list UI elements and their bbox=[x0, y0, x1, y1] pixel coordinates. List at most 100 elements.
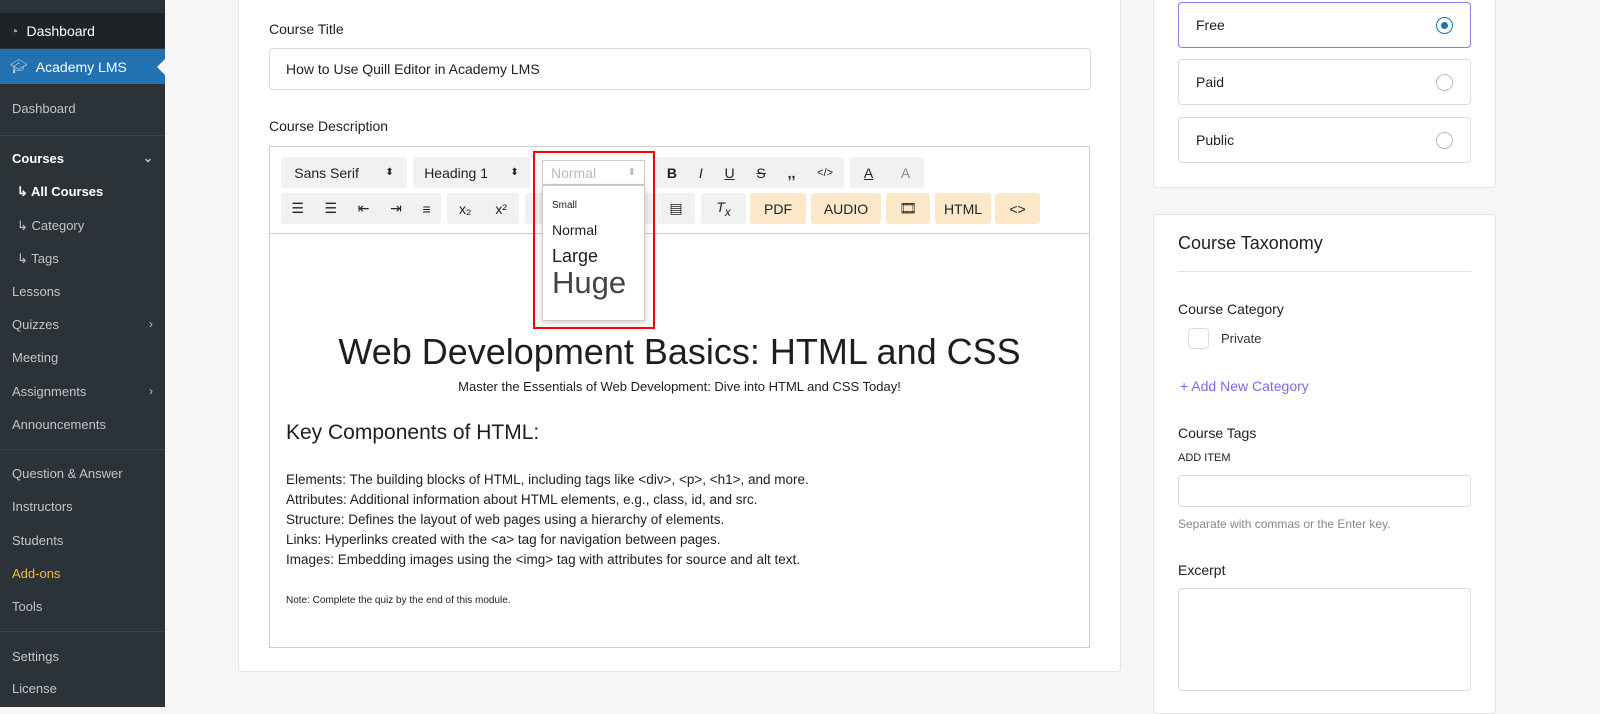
select-arrows-icon: ⬍ bbox=[385, 167, 394, 178]
sidebar-item-qa[interactable]: Question & Answer bbox=[12, 466, 123, 481]
ordered-list-icon[interactable]: ☰ bbox=[291, 200, 304, 217]
film-button[interactable]: 🎞︎ bbox=[886, 193, 930, 224]
sidebar-item-addons[interactable]: Add-ons bbox=[12, 566, 60, 581]
sidebar-item-quizzes[interactable]: Quizzes › bbox=[12, 317, 153, 332]
chevron-right-icon: › bbox=[149, 317, 153, 331]
color-group: AA bbox=[850, 157, 924, 188]
sidebar-item-category[interactable]: ↳ Category bbox=[17, 218, 84, 234]
admin-sidebar: ◔ Dashboard 🎓︎ Academy LMS Dashboard Cours… bbox=[0, 0, 165, 707]
sidebar-academy-lms[interactable]: 🎓︎ Academy LMS bbox=[0, 49, 165, 84]
size-option-small[interactable]: Small bbox=[552, 200, 644, 211]
film-icon: 🎞︎ bbox=[899, 200, 917, 216]
heading-select[interactable]: Heading 1 ⬍ bbox=[413, 157, 530, 188]
access-option-free[interactable]: Free bbox=[1178, 2, 1471, 48]
align-icon[interactable]: ≡ bbox=[422, 201, 430, 217]
table-button[interactable]: ▤ bbox=[657, 193, 695, 224]
sidebar-item-dashboard[interactable]: Dashboard bbox=[12, 101, 76, 116]
toolbar-divider bbox=[270, 233, 1089, 234]
course-category-label: Course Category bbox=[1178, 301, 1284, 317]
background-color-button[interactable]: A bbox=[895, 165, 916, 181]
taxonomy-title: Course Taxonomy bbox=[1178, 233, 1323, 253]
sidebar-item-settings[interactable]: Settings bbox=[12, 649, 59, 664]
excerpt-textarea[interactable] bbox=[1178, 588, 1471, 691]
sidebar-item-license[interactable]: License bbox=[12, 681, 57, 696]
subscript-button[interactable]: x₂ bbox=[459, 201, 471, 217]
course-title-label: Course Title bbox=[269, 21, 344, 37]
editor-line: Images: Embedding images using the <img>… bbox=[286, 552, 801, 567]
superscript-button[interactable]: x² bbox=[495, 201, 507, 217]
current-indicator bbox=[157, 59, 165, 75]
table-icon: ▤ bbox=[669, 200, 683, 216]
access-option-public[interactable]: Public bbox=[1178, 117, 1471, 163]
add-category-link[interactable]: + Add New Category bbox=[1180, 378, 1309, 394]
clear-format-button[interactable]: Tx bbox=[701, 193, 746, 224]
indent-icon[interactable]: ⇥ bbox=[390, 200, 402, 217]
editor-heading: Web Development Basics: HTML and CSS bbox=[338, 331, 1021, 372]
clear-format-icon: Tx bbox=[716, 198, 731, 219]
sidebar-item-announcements[interactable]: Announcements bbox=[12, 417, 106, 432]
sidebar-item-all-courses[interactable]: ↳ All Courses bbox=[17, 184, 103, 200]
editor-list: Elements: The building blocks of HTML, i… bbox=[286, 470, 809, 570]
editor-subtitle: Master the Essentials of Web Development… bbox=[458, 379, 901, 394]
access-option-paid[interactable]: Paid bbox=[1178, 59, 1471, 105]
size-dropdown: Small Normal Large Huge bbox=[542, 185, 645, 321]
format-group: B I U S,, </> bbox=[656, 157, 844, 188]
radio bbox=[1436, 131, 1453, 149]
editor-line: Links: Hyperlinks created with the <a> t… bbox=[286, 532, 721, 547]
select-arrows-icon: ⬍ bbox=[627, 167, 636, 178]
sidebar-item-students[interactable]: Students bbox=[12, 533, 63, 548]
gauge-icon: ◔ bbox=[10, 22, 19, 39]
script-group: x₂ x² bbox=[447, 193, 519, 224]
html-button[interactable]: HTML bbox=[935, 193, 991, 224]
add-item-label: ADD ITEM bbox=[1178, 452, 1231, 464]
category-private-label: Private bbox=[1221, 331, 1262, 346]
outdent-icon[interactable]: ⇤ bbox=[358, 200, 370, 217]
blockquote-button[interactable]: ,, bbox=[782, 165, 802, 181]
course-tags-label: Course Tags bbox=[1178, 425, 1257, 441]
editor-h2: Key Components of HTML: bbox=[286, 421, 540, 444]
bullet-list-icon[interactable]: ☰ bbox=[325, 200, 338, 217]
editor-line: Structure: Defines the layout of web pag… bbox=[286, 512, 725, 527]
size-option-normal[interactable]: Normal bbox=[552, 222, 644, 238]
sidebar-item-meeting[interactable]: Meeting bbox=[12, 350, 58, 365]
size-option-huge[interactable]: Huge bbox=[552, 267, 644, 299]
editor-line: Elements: The building blocks of HTML, i… bbox=[286, 472, 809, 487]
radio-checked bbox=[1436, 16, 1453, 34]
list-group: ☰ ☰ ⇤ ⇥ ≡ bbox=[281, 193, 441, 224]
course-title-input[interactable]: How to Use Quill Editor in Academy LMS bbox=[269, 48, 1091, 90]
chevron-right-icon: › bbox=[149, 384, 153, 398]
italic-button[interactable]: I bbox=[693, 165, 709, 181]
underline-button[interactable]: U bbox=[719, 165, 741, 181]
excerpt-label: Excerpt bbox=[1178, 562, 1226, 578]
code-button[interactable]: </> bbox=[811, 167, 839, 179]
divider bbox=[0, 135, 165, 136]
pdf-button[interactable]: PDF bbox=[750, 193, 806, 224]
sidebar-item-courses[interactable]: Courses ⌄ bbox=[12, 151, 153, 166]
course-description-label: Course Description bbox=[269, 118, 389, 134]
select-arrows-icon: ⬍ bbox=[510, 167, 519, 178]
size-select[interactable]: Normal ⬍ bbox=[542, 160, 645, 185]
sidebar-item-tags[interactable]: ↳ Tags bbox=[17, 251, 59, 267]
sidebar-item-instructors[interactable]: Instructors bbox=[12, 499, 73, 514]
category-checkbox[interactable] bbox=[1188, 328, 1209, 349]
sidebar-wp-dashboard[interactable]: ◔ Dashboard bbox=[0, 13, 165, 48]
divider bbox=[0, 449, 165, 450]
chevron-down-icon: ⌄ bbox=[142, 151, 153, 165]
source-code-button[interactable]: <> bbox=[995, 193, 1040, 224]
divider bbox=[1178, 271, 1471, 272]
graduation-cap-icon: 🎓︎ bbox=[10, 58, 28, 74]
editor-line: Attributes: Additional information about… bbox=[286, 492, 758, 507]
audio-button[interactable]: AUDIO bbox=[811, 193, 881, 224]
sidebar-item-assignments[interactable]: Assignments › bbox=[12, 384, 153, 399]
bold-button[interactable]: B bbox=[661, 165, 683, 181]
tags-input[interactable] bbox=[1178, 475, 1471, 507]
sidebar-item-tools[interactable]: Tools bbox=[12, 599, 42, 614]
strike-button[interactable]: S bbox=[750, 165, 771, 181]
sidebar-item-lessons[interactable]: Lessons bbox=[12, 284, 60, 299]
divider bbox=[0, 631, 165, 632]
size-option-large[interactable]: Large bbox=[552, 246, 644, 267]
editor-note: Note: Complete the quiz by the end of th… bbox=[286, 595, 511, 606]
radio bbox=[1436, 73, 1453, 91]
text-color-button[interactable]: A bbox=[858, 165, 879, 181]
font-select[interactable]: Sans Serif ⬍ bbox=[281, 157, 407, 188]
